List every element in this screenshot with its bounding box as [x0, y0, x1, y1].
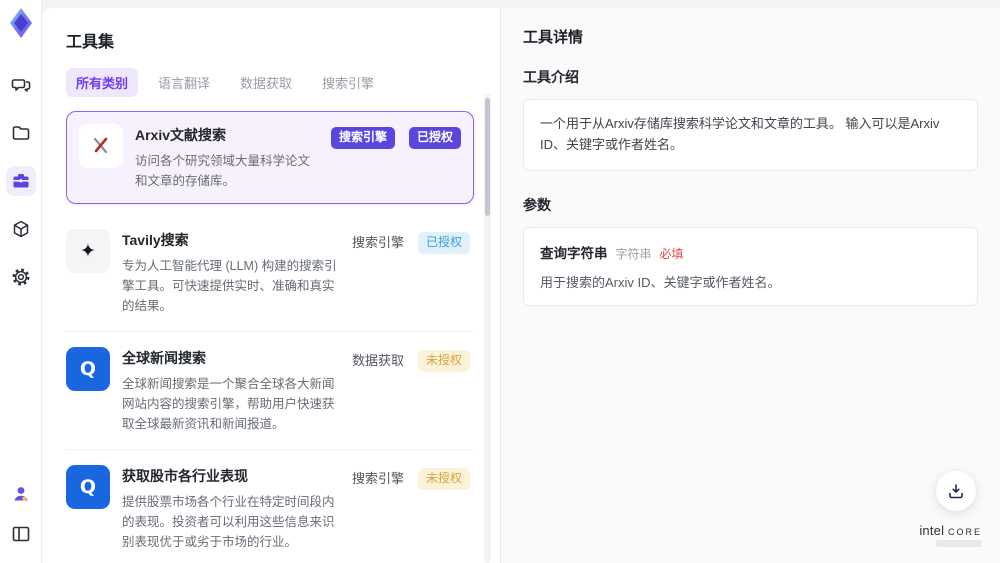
detail-title: 工具详情: [523, 29, 584, 46]
intro-heading: 工具介绍: [523, 69, 579, 85]
tool-name: 全球新闻搜索: [122, 350, 206, 366]
sidebar-item-chat[interactable]: [6, 70, 36, 100]
tavily-sparkle-icon: ✦: [66, 229, 110, 273]
global-news-icon: Q: [66, 347, 110, 391]
intel-logo-sub-mark: [936, 540, 982, 547]
tool-body: Arxiv文献搜索 访问各个研究领域大量科学论文和文章的存储库。: [135, 124, 319, 191]
tool-desc: 全球新闻搜索是一个聚合全球各大新闻网站内容的搜索引擎，帮助用户快速获取全球最新资…: [122, 377, 335, 431]
tool-row-tavily[interactable]: ✦ Tavily搜索 专为人工智能代理 (LLM) 构建的搜索引擎工具。可快速提…: [66, 214, 474, 332]
stock-sector-icon: Q: [66, 465, 110, 509]
sidebar-item-packages[interactable]: [6, 214, 36, 244]
param-type: 字符串: [615, 246, 652, 261]
params-heading: 参数: [523, 196, 551, 213]
tab-all-categories[interactable]: 所有类别: [66, 68, 139, 97]
avatar-icon: [14, 487, 27, 501]
icon-sidebar: [0, 0, 42, 563]
cube-icon: [13, 220, 28, 238]
logo-gem-icon: [9, 8, 32, 38]
app-root: 工具集 所有类别 语言翻译 数据获取 搜索引擎 Arxiv文献搜索 访问各个研究…: [0, 0, 1000, 563]
tool-name: Arxiv文献搜索: [135, 127, 227, 143]
tool-meta: 搜索引擎 已授权: [352, 229, 470, 316]
tool-desc: 专为人工智能代理 (LLM) 构建的搜索引擎工具。可快速提供实时、准确和真实的结…: [122, 259, 337, 313]
tool-name: Tavily搜索: [122, 232, 189, 248]
chat-icon: [11, 79, 30, 92]
sidebar-item-toolset[interactable]: [5, 166, 36, 196]
tool-desc: 访问各个研究领域大量科学论文和文章的存储库。: [135, 154, 311, 188]
tool-body: Tavily搜索 专为人工智能代理 (LLM) 构建的搜索引擎工具。可快速提供实…: [122, 229, 340, 316]
tool-list: Arxiv文献搜索 访问各个研究领域大量科学论文和文章的存储库。 搜索引擎 已授…: [66, 111, 500, 563]
settings-gear-icon: [12, 268, 29, 286]
status-badge: 已授权: [408, 127, 461, 149]
sidebar-item-collapse[interactable]: [6, 519, 36, 549]
tool-desc: 提供股票市场各个行业在特定时间段内的表现。投资者可以利用这些信息来识别表现优于或…: [122, 495, 335, 549]
toolset-panel: 工具集 所有类别 语言翻译 数据获取 搜索引擎 Arxiv文献搜索 访问各个研究…: [42, 8, 500, 563]
tool-meta: 搜索引擎 已授权: [330, 124, 461, 191]
category-label: 搜索引擎: [351, 471, 404, 486]
download-icon: [949, 484, 963, 499]
param-desc: 用于搜索的Arxiv ID、关键字或作者姓名。: [540, 274, 781, 290]
panel-layout-icon: [12, 526, 29, 542]
status-badge: 未授权: [417, 350, 470, 372]
param-name: 查询字符串: [540, 245, 608, 261]
main-area: 工具集 所有类别 语言翻译 数据获取 搜索引擎 Arxiv文献搜索 访问各个研究…: [42, 0, 1000, 563]
tool-body: 获取股市各行业表现 提供股票市场各个行业在特定时间段内的表现。投资者可以利用这些…: [122, 465, 340, 552]
tab-data-fetch[interactable]: 数据获取: [230, 68, 302, 97]
page-title: 工具集: [66, 34, 115, 51]
sidebar-item-files[interactable]: [6, 118, 36, 148]
list-scrollbar[interactable]: [484, 94, 491, 563]
brand-core: core: [947, 523, 982, 538]
status-badge: 未授权: [417, 468, 470, 490]
tab-language-translation[interactable]: 语言翻译: [148, 68, 220, 97]
category-badge: 搜索引擎: [330, 127, 395, 149]
category-label: 搜索引擎: [351, 235, 404, 250]
intro-card: 一个用于从Arxiv存储库搜索科学论文和文章的工具。 输入可以是Arxiv ID…: [523, 99, 978, 171]
download-button[interactable]: [936, 471, 976, 511]
param-required-badge: 必填: [659, 246, 684, 261]
toolbox-icon: [13, 174, 28, 188]
param-header: 查询字符串 字符串 必填: [540, 242, 961, 262]
sidebar-item-account[interactable]: [6, 479, 36, 509]
brand-intel: intel: [919, 523, 945, 538]
scrollbar-thumb[interactable]: [485, 98, 490, 216]
tool-row-global-news[interactable]: Q 全球新闻搜索 全球新闻搜索是一个聚合全球各大新闻网站内容的搜索引擎，帮助用户…: [66, 332, 474, 450]
intel-core-logo: intel core: [919, 523, 982, 547]
category-label: 数据获取: [351, 353, 404, 368]
tool-meta: 搜索引擎 未授权: [352, 465, 470, 552]
folder-icon: [12, 126, 29, 140]
tool-name: 获取股市各行业表现: [122, 468, 248, 484]
tool-detail-panel: 工具详情 工具介绍 一个用于从Arxiv存储库搜索科学论文和文章的工具。 输入可…: [500, 8, 1000, 563]
category-tabs: 所有类别 语言翻译 数据获取 搜索引擎: [66, 68, 500, 97]
tool-meta: 数据获取 未授权: [352, 347, 470, 434]
tool-body: 全球新闻搜索 全球新闻搜索是一个聚合全球各大新闻网站内容的搜索引擎，帮助用户快速…: [122, 347, 340, 434]
tab-search-engine[interactable]: 搜索引擎: [312, 68, 384, 97]
param-card: 查询字符串 字符串 必填 用于搜索的Arxiv ID、关键字或作者姓名。: [523, 226, 978, 306]
tool-row-stock-sector[interactable]: Q 获取股市各行业表现 提供股票市场各个行业在特定时间段内的表现。投资者可以利用…: [66, 450, 474, 563]
arxiv-icon: [79, 124, 123, 168]
status-badge: 已授权: [417, 232, 470, 254]
tool-row-arxiv[interactable]: Arxiv文献搜索 访问各个研究领域大量科学论文和文章的存储库。 搜索引擎 已授…: [66, 111, 474, 204]
sidebar-item-settings[interactable]: [6, 262, 36, 292]
